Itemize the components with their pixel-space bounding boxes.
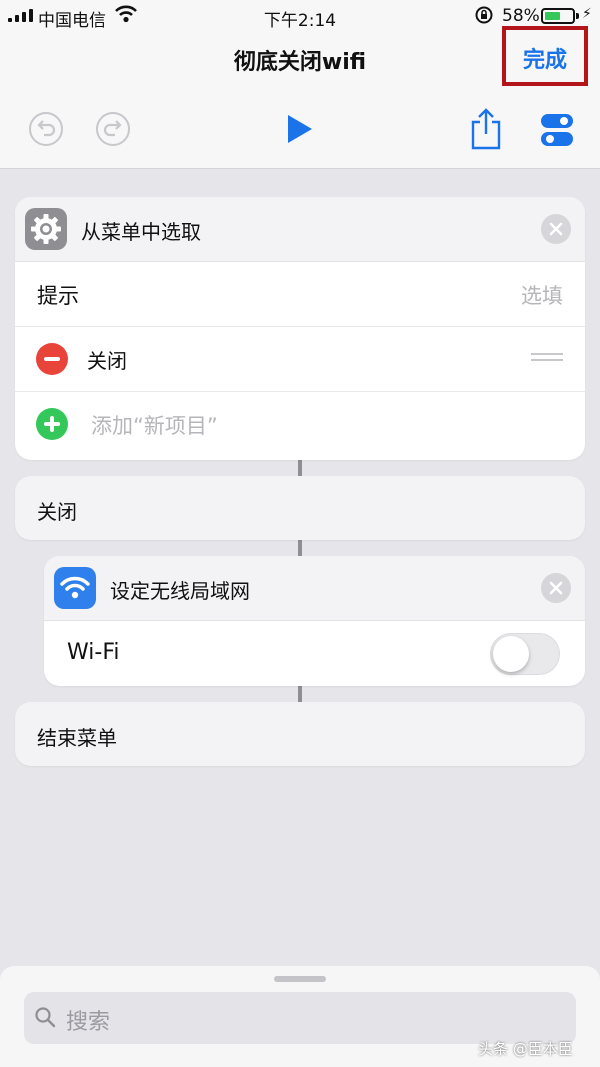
play-icon[interactable]: [284, 111, 316, 151]
watermark: 头条 @臣本臣: [478, 1040, 573, 1058]
wifi-icon: [54, 567, 96, 609]
delete-item-icon[interactable]: [36, 343, 68, 375]
menu-item-label[interactable]: 关闭: [87, 345, 127, 374]
rotation-lock-icon: [474, 5, 494, 30]
menu-item-row[interactable]: 关闭: [15, 327, 585, 392]
wifi-label: Wi-Fi: [67, 640, 120, 665]
flow-connector: [298, 460, 302, 476]
wifi-toggle[interactable]: [490, 633, 560, 675]
battery-percent: 58%: [502, 6, 540, 26]
wifi-row: Wi-Fi: [44, 621, 585, 686]
action-header: 设定无线局域网: [44, 556, 585, 621]
prompt-input[interactable]: 选填: [521, 280, 563, 310]
end-menu-label: 结束菜单: [37, 726, 117, 750]
flow-connector: [298, 686, 302, 702]
prompt-row[interactable]: 提示 选填: [15, 262, 585, 327]
redo-icon[interactable]: [95, 111, 131, 151]
remove-action-button[interactable]: [541, 214, 571, 244]
remove-action-button[interactable]: [541, 573, 571, 603]
prompt-label: 提示: [37, 284, 79, 308]
battery-tip: [576, 13, 579, 19]
flow-connector: [298, 540, 302, 556]
done-button[interactable]: 完成: [502, 42, 588, 74]
action-title: 设定无线局域网: [110, 579, 250, 603]
action-header: 从菜单中选取: [15, 197, 585, 262]
action-title: 从菜单中选取: [81, 220, 201, 244]
share-icon[interactable]: [470, 106, 502, 154]
panel-grabber[interactable]: [274, 976, 326, 982]
set-wifi-action[interactable]: 设定无线局域网 Wi-Fi: [44, 556, 585, 686]
settings-toggle-icon[interactable]: [540, 112, 574, 152]
search-icon: [34, 1006, 56, 1032]
charging-bolt-icon: ⚡: [582, 6, 592, 22]
add-item-icon[interactable]: [36, 408, 68, 440]
menu-case-label: 关闭: [37, 500, 77, 524]
battery-icon: [541, 8, 575, 24]
reorder-handle-icon[interactable]: [531, 353, 563, 361]
add-item-label[interactable]: 添加“新项目”: [91, 410, 218, 440]
add-item-row[interactable]: 添加“新项目”: [15, 392, 585, 456]
settings-gear-icon: [25, 208, 67, 250]
menu-case-block[interactable]: 关闭: [15, 476, 585, 540]
search-placeholder: 搜索: [66, 1010, 111, 1035]
end-menu-block[interactable]: 结束菜单: [15, 702, 585, 766]
choose-from-menu-action[interactable]: 从菜单中选取 提示 选填 关闭 添加“新项目”: [15, 197, 585, 460]
undo-icon[interactable]: [28, 111, 64, 151]
